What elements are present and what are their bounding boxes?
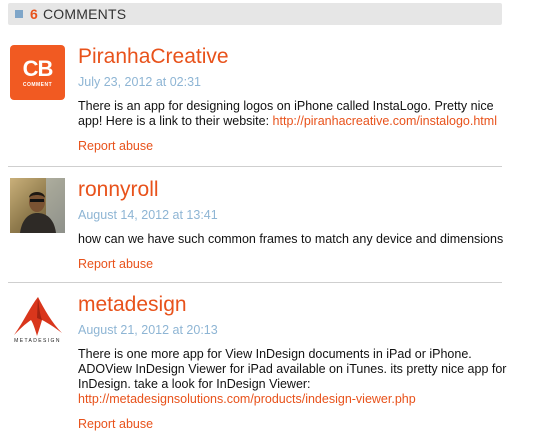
comment-author[interactable]: ronnyroll (78, 178, 508, 202)
avatar[interactable] (10, 178, 65, 233)
cb-logo-caption: COMMENT (22, 81, 53, 88)
report-abuse-link[interactable]: Report abuse (78, 416, 153, 432)
report-abuse-link[interactable]: Report abuse (78, 256, 153, 272)
comment-body: ronnyroll August 14, 2012 at 13:41 how c… (78, 178, 508, 273)
comment-text: There is one more app for View InDesign … (78, 347, 508, 407)
avatar[interactable]: METADESIGN (10, 293, 65, 348)
comment-date[interactable]: August 21, 2012 at 20:13 (78, 322, 508, 338)
metadesign-wordmark: METADESIGN (14, 338, 61, 344)
comment-link[interactable]: http://piranhacreative.com/instalogo.htm… (273, 114, 497, 128)
comment-body: metadesign August 21, 2012 at 20:13 Ther… (78, 293, 508, 433)
comment-author[interactable]: PiranhaCreative (78, 45, 508, 69)
comment-divider (8, 282, 502, 283)
cb-logo-icon: CB (22, 55, 54, 81)
report-abuse-link[interactable]: Report abuse (78, 138, 153, 154)
comment-author[interactable]: metadesign (78, 293, 508, 317)
avatar[interactable]: CB COMMENT (10, 45, 65, 100)
comment-text-content: There is one more app for View InDesign … (78, 347, 507, 391)
comment-text: There is an app for designing logos on i… (78, 99, 508, 129)
metadesign-logo-icon (14, 297, 62, 336)
comment-text: how can we have such common frames to ma… (78, 232, 504, 246)
comment-date[interactable]: July 23, 2012 at 02:31 (78, 74, 508, 90)
comments-heading: COMMENTS (43, 6, 127, 22)
comment-count: 6 (30, 6, 38, 22)
comment-divider (8, 166, 502, 167)
comment-date[interactable]: August 14, 2012 at 13:41 (78, 207, 508, 223)
user-photo-icon (10, 178, 65, 233)
comment-link[interactable]: http://metadesignsolutions.com/products/… (78, 392, 416, 406)
comments-header: 6 COMMENTS (8, 3, 502, 25)
square-bullet-icon (15, 10, 23, 18)
comment-body: PiranhaCreative July 23, 2012 at 02:31 T… (78, 45, 508, 155)
